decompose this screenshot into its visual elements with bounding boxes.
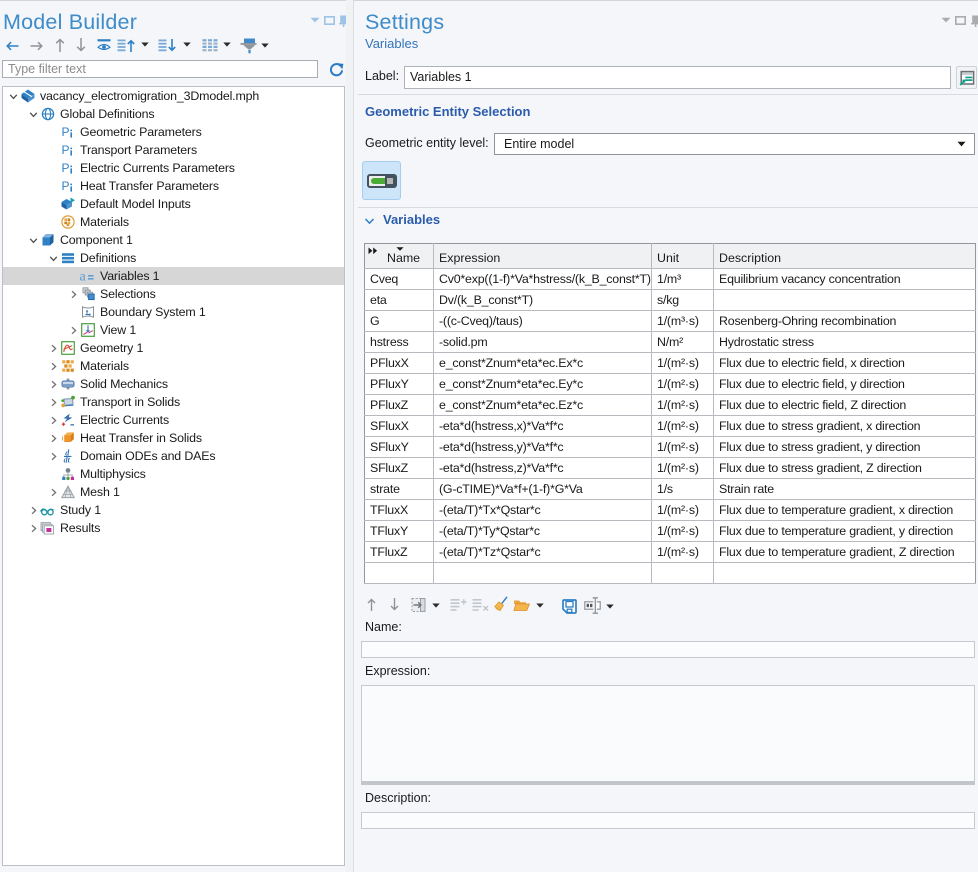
svg-text:P: P — [61, 125, 69, 139]
svg-text:P: P — [61, 143, 69, 157]
svg-text:dt: dt — [63, 455, 70, 463]
svg-text:a: a — [80, 269, 87, 283]
svg-text:P: P — [61, 179, 69, 193]
svg-text:P: P — [61, 161, 69, 175]
